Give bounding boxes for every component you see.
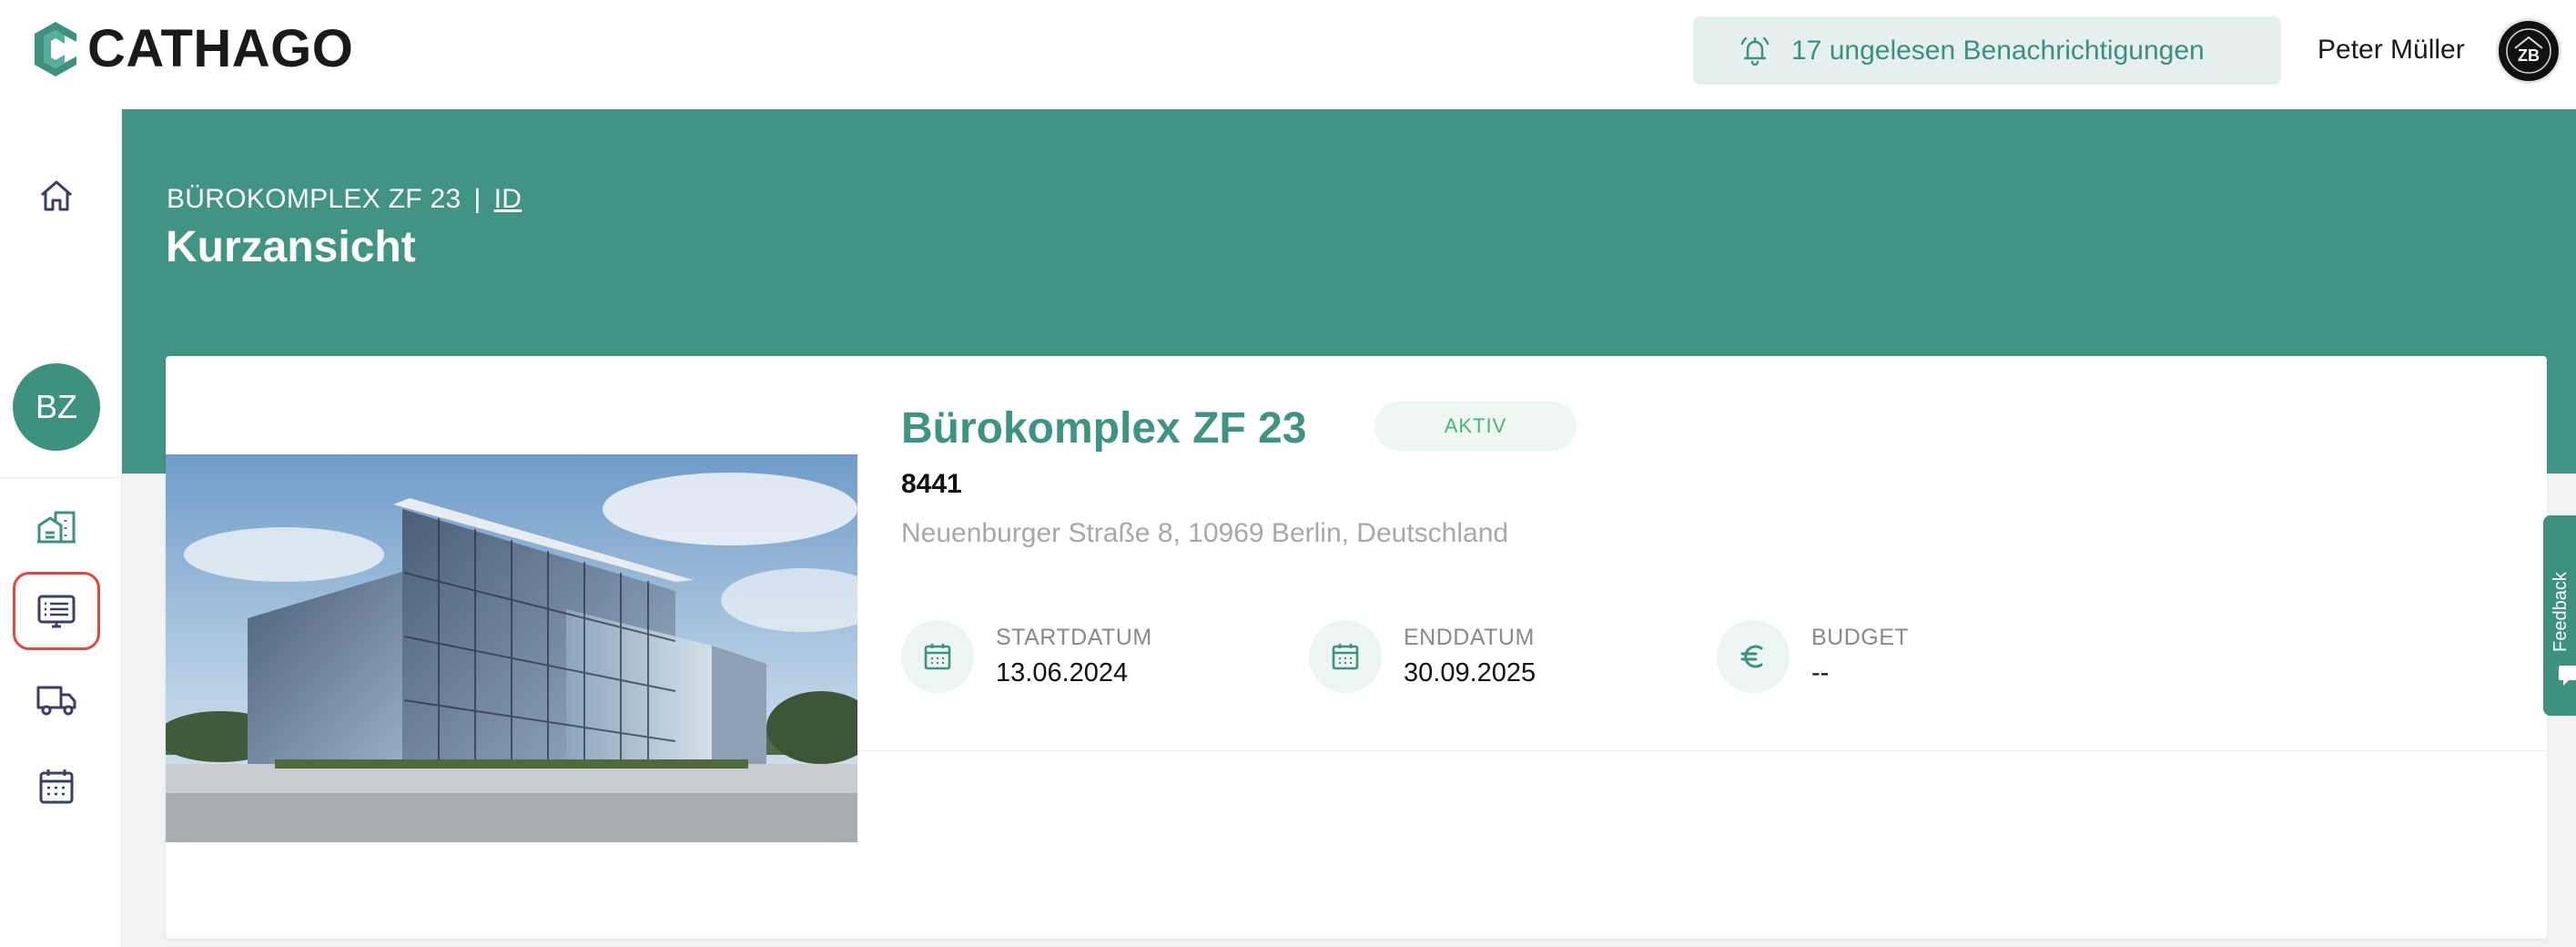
project-number: 8441 bbox=[901, 469, 962, 499]
end-date-icon-wrap bbox=[1309, 620, 1382, 693]
building-image bbox=[166, 454, 857, 842]
avatar-logo-icon: ZB bbox=[2501, 24, 2556, 78]
user-name[interactable]: Peter Müller bbox=[2317, 35, 2465, 66]
start-date-label: STARTDATUM bbox=[996, 625, 1152, 650]
feedback-label: Feedback bbox=[2551, 572, 2571, 652]
sidebar-divider bbox=[0, 477, 121, 478]
project-address: Neuenburger Straße 8, 10969 Berlin, Deut… bbox=[901, 518, 1509, 548]
start-date-icon-wrap bbox=[901, 620, 974, 693]
sidebar-item-buildings[interactable] bbox=[13, 487, 100, 565]
end-date-value: 30.09.2025 bbox=[1404, 658, 1536, 687]
notifications-button[interactable]: 17 ungelesen Benachrichtigungen bbox=[1693, 16, 2281, 85]
buildings-icon bbox=[37, 511, 76, 544]
card-divider bbox=[857, 750, 2547, 751]
project-card: Bürokomplex ZF 23 AKTIV 8441 Neuenburger… bbox=[166, 356, 2547, 939]
list-icon bbox=[37, 595, 76, 628]
page-title: Kurzansicht bbox=[166, 223, 416, 271]
budget-field: BUDGET -- bbox=[1717, 620, 1909, 693]
feedback-tab[interactable]: Feedback bbox=[2543, 515, 2576, 716]
end-date-label: ENDDATUM bbox=[1404, 625, 1535, 650]
breadcrumb-id-link[interactable]: ID bbox=[494, 184, 522, 214]
top-header: CATHAGO 17 ungelesen Benachrichtigungen … bbox=[0, 0, 2576, 109]
budget-label: BUDGET bbox=[1811, 625, 1910, 650]
calendar-icon bbox=[39, 769, 74, 804]
notifications-label: 17 ungelesen Benachrichtigungen bbox=[1791, 35, 2205, 66]
project-avatar[interactable]: BZ bbox=[13, 363, 100, 451]
building-illustration bbox=[166, 454, 857, 842]
sidebar: BZ bbox=[0, 109, 122, 947]
end-date-field: ENDDATUM 30.09.2025 bbox=[1309, 620, 1536, 693]
sidebar-item-delivery[interactable] bbox=[13, 660, 100, 738]
status-badge: AKTIV bbox=[1374, 402, 1577, 451]
sidebar-item-list[interactable] bbox=[13, 572, 100, 650]
breadcrumb-separator: | bbox=[473, 184, 482, 214]
logo-mark-icon bbox=[35, 22, 76, 76]
feedback-icon bbox=[2559, 666, 2576, 686]
start-date-value: 13.06.2024 bbox=[996, 658, 1129, 687]
logo[interactable]: CATHAGO bbox=[33, 20, 353, 78]
start-date-field: STARTDATUM 13.06.2024 bbox=[901, 620, 1152, 693]
sidebar-item-home[interactable] bbox=[13, 157, 100, 235]
calendar-icon bbox=[924, 644, 951, 670]
sidebar-item-calendar[interactable] bbox=[13, 747, 100, 825]
budget-icon-wrap bbox=[1717, 620, 1790, 693]
truck-icon bbox=[36, 686, 76, 716]
budget-value: -- bbox=[1811, 658, 1830, 687]
avatar[interactable]: ZB bbox=[2496, 18, 2561, 84]
project-name: Bürokomplex ZF 23 bbox=[901, 404, 1307, 453]
euro-icon bbox=[1740, 645, 1763, 668]
bell-alert-icon bbox=[1740, 36, 1770, 66]
breadcrumb-project: BÜROKOMPLEX ZF 23 bbox=[167, 184, 461, 214]
calendar-icon bbox=[1332, 644, 1359, 670]
brand-name: CATHAGO bbox=[87, 19, 354, 78]
breadcrumb: BÜROKOMPLEX ZF 23 | ID bbox=[167, 184, 522, 215]
home-icon bbox=[41, 180, 72, 211]
avatar-initials: ZB bbox=[2518, 46, 2540, 65]
